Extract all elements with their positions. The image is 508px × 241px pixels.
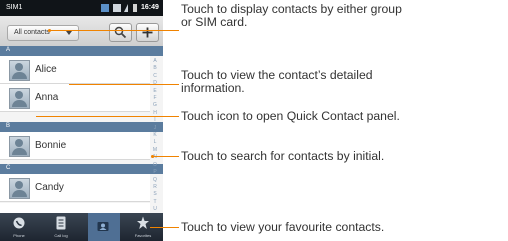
tab-phone[interactable]: Phone: [4, 213, 34, 241]
annotation-search-initial: Touch to search for contacts by initial.: [181, 150, 384, 163]
annotation-favourites: Touch to view your favourite contacts.: [181, 221, 384, 234]
clock: 16:49: [141, 4, 159, 11]
contact-name: Anna: [35, 92, 59, 103]
contact-name: Alice: [35, 64, 57, 75]
search-button[interactable]: [109, 23, 132, 42]
annotation-text: Touch icon to open Quick Contact panel.: [181, 109, 400, 123]
contacts-icon: [97, 222, 109, 231]
section-letter: A: [6, 47, 11, 53]
tab-call-log[interactable]: Call log: [46, 213, 76, 241]
search-icon: [114, 26, 127, 39]
annotation-text: Touch to view your favourite contacts.: [181, 220, 385, 234]
tab-label: Favorites: [134, 233, 152, 238]
annotation-group-filter: Touch to display contacts by either grou…: [181, 3, 402, 29]
contact-name: Bonnie: [35, 140, 67, 151]
callout-line-quick-contact: [36, 116, 179, 117]
callout-dot-index: [151, 155, 154, 158]
star-icon: [137, 216, 149, 229]
callout-line-favorites: [150, 227, 179, 228]
annotation-text: information.: [181, 81, 245, 95]
index-letter[interactable]: C: [149, 73, 161, 80]
contact-list[interactable]: A Alice Anna B Bonnie C Candy: [0, 46, 163, 214]
contacts-filter-dropdown[interactable]: All contacts: [7, 25, 79, 41]
contact-name: Candy: [35, 182, 64, 193]
chevron-down-icon: [66, 31, 72, 35]
carrier-label: SIM1: [6, 4, 23, 11]
sim-icon: [113, 4, 121, 12]
section-header-a: A: [0, 46, 163, 56]
index-letter[interactable]: O: [149, 162, 161, 169]
contact-row-candy[interactable]: Candy: [0, 174, 150, 202]
index-letter[interactable]: K: [149, 132, 161, 139]
contact-avatar-icon[interactable]: [9, 136, 30, 157]
bottom-tab-bar: Phone Call log Favorites: [0, 213, 163, 241]
annotation-text: or SIM card.: [181, 15, 248, 29]
contact-row-alice[interactable]: Alice: [0, 56, 150, 84]
annotation-text: Touch to search for contacts by initial.: [181, 149, 385, 163]
add-contact-button[interactable]: [136, 23, 159, 42]
notification-icon: [101, 4, 109, 12]
section-letter: B: [6, 123, 11, 129]
contact-row-anna[interactable]: Anna: [0, 84, 150, 112]
callout-line-index: [153, 156, 179, 157]
callout-dot-filter: [48, 29, 51, 32]
contact-avatar-icon[interactable]: [9, 178, 30, 199]
callout-line-detail: [69, 84, 179, 85]
section-header-c: C: [0, 164, 163, 174]
annotation-contact-detail: Touch to view the contact’s detailed inf…: [181, 69, 373, 95]
index-letter[interactable]: E: [149, 88, 161, 95]
phone-screen: SIM1 16:49 All contacts A Alice Anna B B…: [0, 0, 163, 241]
index-letter[interactable]: B: [149, 65, 161, 72]
contact-row-bonnie[interactable]: Bonnie: [0, 132, 150, 160]
index-letter[interactable]: T: [149, 199, 161, 206]
index-letter[interactable]: M: [149, 147, 161, 154]
annotation-quick-contact: Touch icon to open Quick Contact panel.: [181, 110, 400, 123]
contacts-filter-value: All contacts: [14, 29, 50, 36]
index-letter[interactable]: J: [149, 125, 161, 132]
add-icon: [142, 27, 153, 38]
contact-avatar-icon[interactable]: [9, 60, 30, 81]
index-letter[interactable]: Q: [149, 177, 161, 184]
index-letter[interactable]: G: [149, 102, 161, 109]
index-letter[interactable]: I: [149, 117, 161, 124]
index-letter[interactable]: S: [149, 191, 161, 198]
tab-label: Call log: [54, 233, 68, 238]
contact-avatar-icon[interactable]: [9, 88, 30, 109]
status-bar: SIM1 16:49: [0, 0, 163, 16]
alphabet-index-scroller[interactable]: ABCDEFGHIJKLMNOPQRSTUVWXYZ: [149, 58, 161, 241]
index-letter[interactable]: L: [149, 139, 161, 146]
signal-icon: [124, 4, 128, 12]
tab-contacts[interactable]: [88, 213, 120, 241]
section-letter: C: [6, 165, 11, 171]
call-log-icon: [56, 216, 66, 230]
contacts-toolbar: All contacts: [0, 16, 163, 46]
phone-icon: [13, 217, 25, 229]
index-letter[interactable]: A: [149, 58, 161, 65]
callout-line-filter: [50, 30, 179, 31]
index-letter[interactable]: F: [149, 95, 161, 102]
index-letter[interactable]: R: [149, 184, 161, 191]
section-header-b: B: [0, 122, 163, 132]
battery-icon: [133, 4, 137, 12]
index-letter[interactable]: P: [149, 169, 161, 176]
tab-label: Phone: [13, 233, 25, 238]
